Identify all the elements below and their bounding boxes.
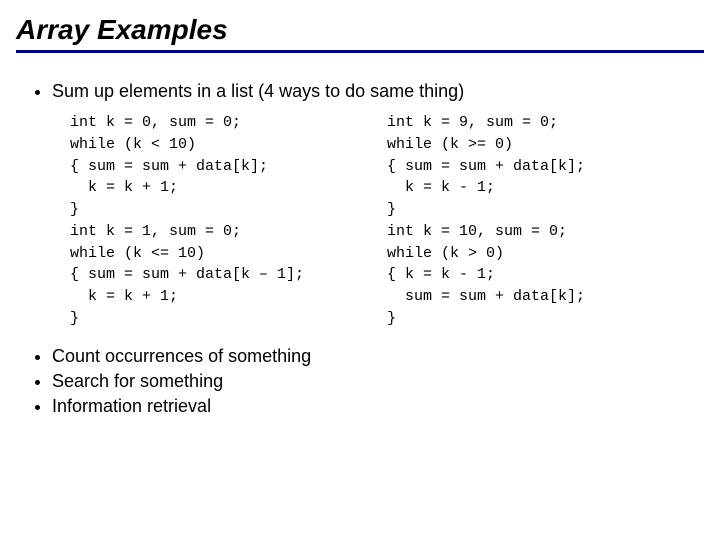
bullet-list-lower: Count occurrences of something Search fo… [16, 346, 704, 417]
bullet-sum-up: Sum up elements in a list (4 ways to do … [52, 81, 704, 102]
slide: Array Examples Sum up elements in a list… [0, 0, 720, 540]
slide-body: Sum up elements in a list (4 ways to do … [16, 81, 704, 417]
bullet-search: Search for something [52, 371, 704, 392]
slide-title: Array Examples [16, 14, 704, 46]
bullet-list: Sum up elements in a list (4 ways to do … [16, 81, 704, 102]
code-column-right: int k = 9, sum = 0; while (k >= 0) { sum… [387, 112, 704, 330]
bullet-info: Information retrieval [52, 396, 704, 417]
bullet-text: Count occurrences of something [52, 346, 311, 366]
bullet-count: Count occurrences of something [52, 346, 704, 367]
title-underline [16, 50, 704, 53]
code-column-left: int k = 0, sum = 0; while (k < 10) { sum… [70, 112, 387, 330]
bullet-text: Sum up elements in a list (4 ways to do … [52, 81, 464, 101]
bullet-text: Information retrieval [52, 396, 211, 416]
bullet-text: Search for something [52, 371, 223, 391]
code-block-row: int k = 0, sum = 0; while (k < 10) { sum… [70, 112, 704, 330]
